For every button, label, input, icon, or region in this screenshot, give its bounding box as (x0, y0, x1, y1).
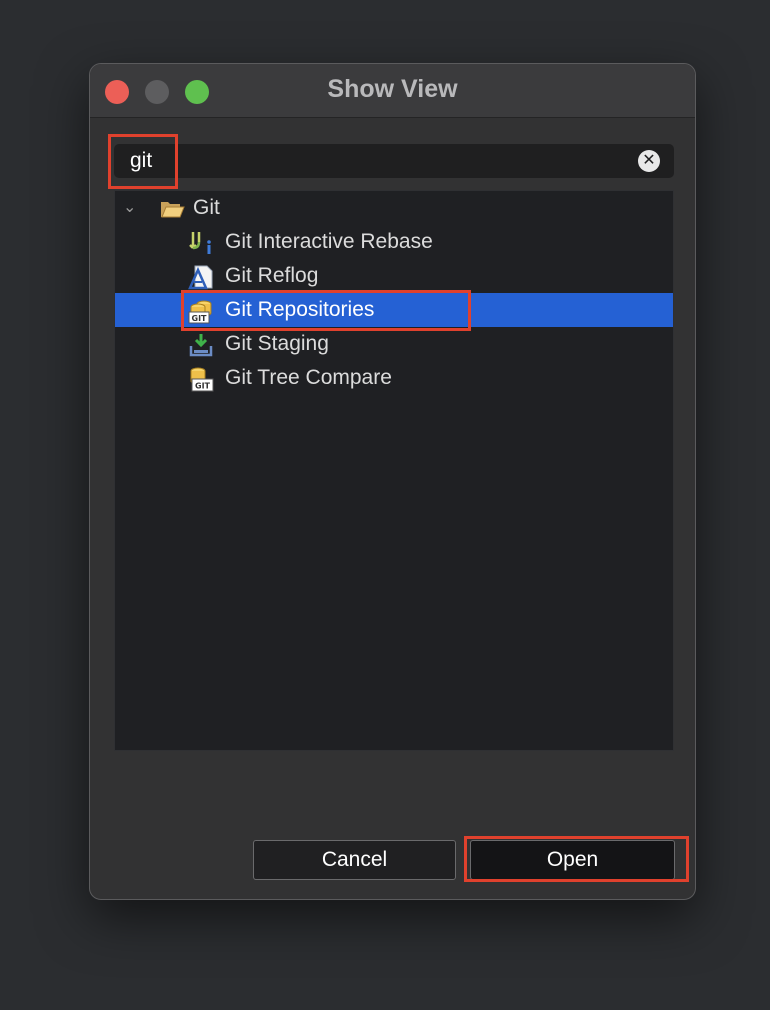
show-view-dialog: Show View ✕ ⌄ Git Git Interactive Rebase (89, 63, 696, 900)
title-bar: Show View (90, 64, 695, 118)
cancel-button[interactable]: Cancel (253, 840, 456, 880)
chevron-down-icon[interactable]: ⌄ (123, 191, 136, 225)
tree-item-label: Git Interactive Rebase (225, 230, 433, 253)
tree-item-label: Git Repositories (225, 298, 375, 321)
tree-item-label: Git Reflog (225, 264, 319, 287)
search-field[interactable]: ✕ (114, 144, 674, 178)
repositories-icon: GIT (188, 300, 212, 324)
open-folder-icon (161, 202, 185, 218)
tree-item-git-staging[interactable]: Git Staging (115, 327, 673, 361)
search-input[interactable] (114, 144, 634, 178)
open-button[interactable]: Open (470, 840, 675, 880)
tree-item-label: Git Staging (225, 332, 329, 355)
staging-icon (189, 334, 213, 357)
svg-text:GIT: GIT (192, 314, 208, 323)
dialog-title: Show View (327, 75, 458, 103)
tree-group-label: Git (193, 196, 220, 219)
tree-item-git-tree-compare[interactable]: GIT Git Tree Compare (115, 361, 673, 395)
tree-item-label: Git Tree Compare (225, 366, 392, 389)
tree-compare-icon: GIT (190, 367, 214, 392)
tree-group-git[interactable]: ⌄ Git (115, 191, 673, 225)
svg-text:GIT: GIT (195, 382, 211, 391)
tree-item-git-reflog[interactable]: Git Reflog (115, 259, 673, 293)
reflog-icon (188, 265, 213, 290)
tree-item-git-interactive-rebase[interactable]: Git Interactive Rebase (115, 225, 673, 259)
clear-search-icon[interactable]: ✕ (638, 150, 660, 172)
interactive-rebase-icon (189, 232, 211, 254)
tree-item-git-repositories[interactable]: GIT Git Repositories (115, 293, 673, 327)
views-tree[interactable]: ⌄ Git Git Interactive Rebase Git Reflog … (114, 190, 674, 751)
